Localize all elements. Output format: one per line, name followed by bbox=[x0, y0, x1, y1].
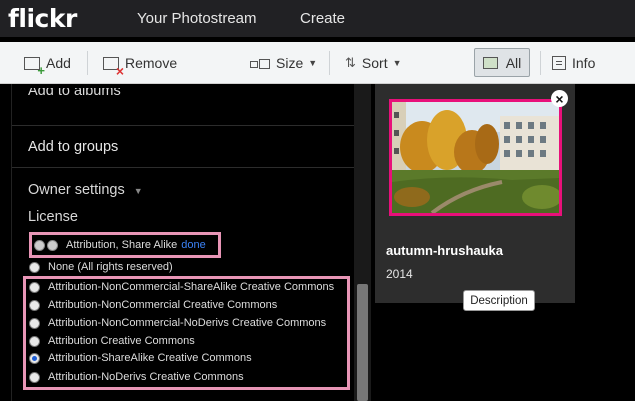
add-to-groups-row[interactable]: Add to groups bbox=[12, 126, 354, 168]
info-button[interactable]: Info bbox=[552, 42, 595, 84]
owner-settings-label: Owner settings bbox=[28, 182, 125, 198]
radio-button-selected[interactable] bbox=[29, 352, 40, 364]
photo-thumbnail[interactable] bbox=[389, 99, 562, 216]
sort-icon: ⇅ bbox=[345, 55, 356, 70]
radio-button[interactable] bbox=[29, 371, 40, 383]
license-option-label: Attribution-NonCommercial Creative Commo… bbox=[48, 299, 278, 311]
radio-button[interactable] bbox=[29, 317, 40, 329]
nav-your-photostream[interactable]: Your Photostream bbox=[137, 10, 257, 27]
radio-button[interactable] bbox=[29, 261, 40, 273]
toolbar-divider bbox=[87, 51, 88, 75]
license-option-label: Attribution-NoDerivs Creative Commons bbox=[48, 371, 244, 383]
license-option-label: Attribution Creative Commons bbox=[48, 335, 195, 347]
size-label: Size bbox=[276, 55, 304, 71]
license-option[interactable]: None (All rights reserved) bbox=[29, 261, 173, 273]
size-icon bbox=[250, 58, 270, 69]
add-to-groups-label: Add to groups bbox=[28, 139, 119, 155]
add-to-albums-row[interactable]: Add to albums bbox=[12, 88, 354, 126]
license-option-label: Attribution-ShareAlike Creative Commons bbox=[48, 352, 252, 364]
current-license-label: Attribution, Share Alike bbox=[66, 239, 178, 251]
license-option-label: Attribution-NonCommercial-NoDerivs Creat… bbox=[48, 317, 327, 329]
radio-button[interactable] bbox=[29, 335, 40, 347]
cc-by-icon bbox=[34, 239, 45, 251]
add-icon bbox=[24, 56, 45, 78]
remove-label: Remove bbox=[125, 55, 178, 71]
license-option[interactable]: Attribution-NoDerivs Creative Commons bbox=[29, 371, 244, 383]
info-icon bbox=[552, 56, 566, 70]
cc-sa-icon bbox=[47, 239, 58, 251]
all-button[interactable]: All bbox=[474, 48, 530, 77]
scrollbar-thumb[interactable] bbox=[357, 284, 368, 401]
chevron-down-icon: ▼ bbox=[392, 58, 402, 68]
photo-year: 2014 bbox=[386, 267, 413, 281]
add-label: Add bbox=[46, 55, 71, 71]
license-option[interactable]: Attribution Creative Commons bbox=[29, 335, 195, 347]
organizer-toolbar: Add Remove Size ▼ ⇅ Sort ▼ All Info bbox=[0, 42, 635, 84]
chevron-down-icon: ▼ bbox=[308, 58, 318, 68]
done-link[interactable]: done bbox=[181, 239, 205, 251]
selected-photo-card: × autumn-hrushauka 2014 bbox=[375, 84, 575, 303]
license-option[interactable]: Attribution-NonCommercial Creative Commo… bbox=[29, 299, 277, 311]
license-heading: License bbox=[28, 209, 78, 225]
license-option[interactable]: Attribution-NonCommercial-ShareAlike Cre… bbox=[29, 281, 334, 293]
size-dropdown[interactable]: Size ▼ bbox=[250, 42, 317, 84]
add-button[interactable]: Add bbox=[24, 42, 71, 84]
close-icon[interactable]: × bbox=[551, 90, 568, 107]
current-license: Attribution, Share Alike done bbox=[29, 232, 221, 258]
license-option[interactable]: Attribution-ShareAlike Creative Commons bbox=[29, 352, 252, 364]
photo-title[interactable]: autumn-hrushauka bbox=[386, 243, 503, 258]
toolbar-divider bbox=[540, 51, 541, 75]
photo-settings-panel: Add to albums Add to groups Owner settin… bbox=[11, 84, 354, 401]
toolbar-divider bbox=[329, 51, 330, 75]
chevron-down-icon: ▼ bbox=[133, 186, 143, 196]
license-option-label: None (All rights reserved) bbox=[48, 261, 173, 273]
add-to-albums-label: Add to albums bbox=[28, 88, 121, 99]
radio-button[interactable] bbox=[29, 281, 40, 293]
sort-dropdown[interactable]: ⇅ Sort ▼ bbox=[345, 42, 402, 84]
top-nav: flickr Your Photostream Create bbox=[0, 0, 635, 37]
remove-icon bbox=[103, 56, 124, 79]
autumn-landscape-image bbox=[392, 102, 559, 213]
sort-label: Sort bbox=[361, 55, 388, 71]
panel-scrollbar[interactable] bbox=[354, 84, 371, 401]
info-label: Info bbox=[572, 55, 596, 71]
owner-settings-toggle[interactable]: Owner settings ▼ bbox=[12, 182, 354, 198]
nav-create[interactable]: Create bbox=[300, 10, 345, 27]
all-label: All bbox=[505, 54, 522, 71]
all-icon bbox=[482, 56, 498, 69]
flickr-logo[interactable]: flickr bbox=[8, 4, 77, 33]
radio-button[interactable] bbox=[29, 299, 40, 311]
remove-button[interactable]: Remove bbox=[103, 42, 177, 84]
license-option-label: Attribution-NonCommercial-ShareAlike Cre… bbox=[48, 281, 335, 293]
license-option[interactable]: Attribution-NonCommercial-NoDerivs Creat… bbox=[29, 317, 326, 329]
description-tooltip: Description bbox=[463, 290, 535, 311]
